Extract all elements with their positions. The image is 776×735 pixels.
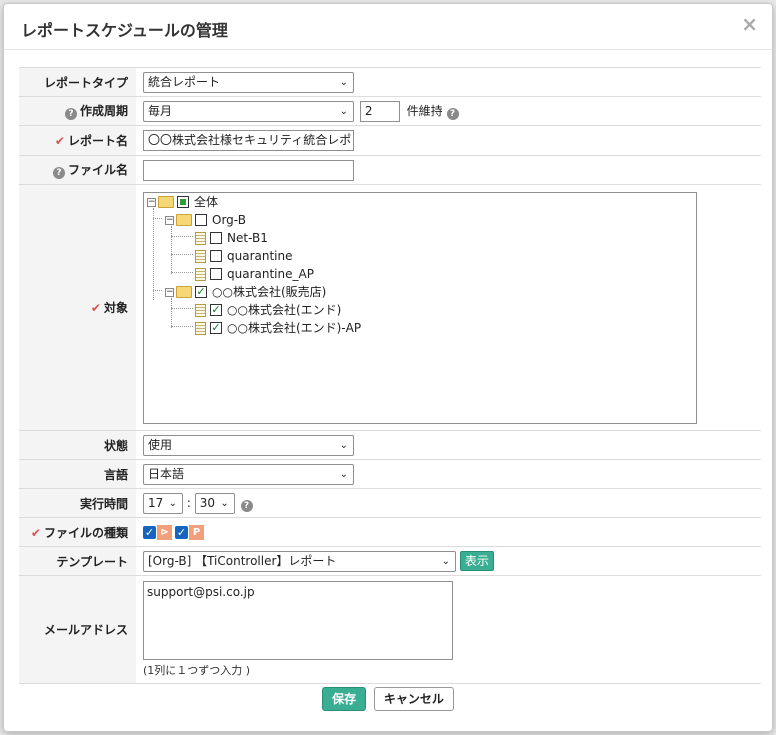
cycle-value: 毎月 xyxy=(148,103,173,118)
help-icon[interactable]: ? xyxy=(64,108,77,120)
tree-checkbox[interactable] xyxy=(210,250,222,262)
language-label: 言語 xyxy=(19,459,136,489)
tree-checkbox[interactable] xyxy=(210,268,222,280)
document-icon xyxy=(195,303,206,317)
document-icon xyxy=(195,231,206,245)
email-label: メールアドレス xyxy=(19,575,136,684)
cycle-select[interactable]: 毎月 ⌄ xyxy=(143,100,354,122)
tree-node-label: quarantine xyxy=(227,248,293,263)
template-value: [Org-B] 【TiController】レポート xyxy=(148,553,337,568)
dialog-header: レポートスケジュールの管理 × xyxy=(4,4,772,50)
report-name-label: ✔ レポート名 xyxy=(19,125,136,156)
status-select[interactable]: 使用 ⌄ xyxy=(143,434,354,456)
template-label: テンプレート xyxy=(19,546,136,576)
minute-select[interactable]: 30 ⌄ xyxy=(194,492,235,514)
chevron-down-icon: ⌄ xyxy=(441,555,450,567)
folder-icon xyxy=(176,214,192,226)
cycle-label: ? 作成周期 xyxy=(19,96,136,126)
chevron-down-icon: ⌄ xyxy=(220,497,229,509)
tree-checkbox[interactable] xyxy=(177,196,189,208)
file-type-label: ✔ ファイルの種類 xyxy=(19,517,136,547)
hour-value: 17 xyxy=(148,495,164,510)
tree-checkbox[interactable]: ✓ xyxy=(210,304,222,316)
hour-select[interactable]: 17 ⌄ xyxy=(143,492,183,514)
tree-checkbox[interactable] xyxy=(210,232,222,244)
document-icon xyxy=(195,267,206,281)
chevron-down-icon: ⌄ xyxy=(339,439,348,451)
help-icon[interactable]: ? xyxy=(52,167,65,179)
dialog-footer: 保存 キャンセル xyxy=(4,687,772,711)
target-tree[interactable]: − 全体 − Org-B Net-B1 quarantine quarantine_… xyxy=(143,191,697,424)
show-template-button[interactable]: 表示 xyxy=(459,551,494,571)
file-type-checkbox-1[interactable]: ✓ xyxy=(143,525,156,539)
tree-node-label: ○○株式会社(エンド)-AP xyxy=(227,320,362,335)
tree-checkbox[interactable]: ✓ xyxy=(210,322,222,334)
tree-node-end[interactable]: ✓ ○○株式会社(エンド) xyxy=(195,301,341,319)
collapse-icon[interactable]: − xyxy=(147,197,156,207)
file-type-checkbox-2[interactable]: ✓ xyxy=(175,525,188,539)
required-check-icon: ✔ xyxy=(30,525,41,540)
save-button[interactable]: 保存 xyxy=(322,687,367,711)
chevron-down-icon: ⌄ xyxy=(168,497,177,509)
language-select[interactable]: 日本語 ⌄ xyxy=(143,463,354,485)
tree-node-label: 全体 xyxy=(194,194,219,209)
document-icon xyxy=(195,249,206,263)
status-value: 使用 xyxy=(148,437,173,452)
report-type-select[interactable]: 統合レポート ⌄ xyxy=(143,71,354,93)
chevron-down-icon: ⌄ xyxy=(339,76,348,88)
email-textarea[interactable]: support@psi.co.jp xyxy=(143,581,453,660)
document-icon xyxy=(195,321,206,335)
chevron-down-icon: ⌄ xyxy=(339,468,348,480)
tree-node-label: Org-B xyxy=(212,212,246,227)
help-icon[interactable]: ? xyxy=(240,499,253,512)
language-value: 日本語 xyxy=(148,466,185,481)
time-separator: : xyxy=(186,495,191,510)
email-hint: (1列に１つずつ入力 ) xyxy=(143,664,251,677)
folder-icon xyxy=(176,286,192,298)
report-schedule-dialog: レポートスケジュールの管理 × レポートタイプ 統合レポート ⌄ ? 作成周期 毎… xyxy=(3,3,773,732)
tree-node-label: ○○株式会社(エンド) xyxy=(227,302,342,317)
cancel-button[interactable]: キャンセル xyxy=(373,687,454,711)
minute-value: 30 xyxy=(199,495,215,510)
dialog-title: レポートスケジュールの管理 xyxy=(21,21,228,40)
tree-node-net-b1[interactable]: Net-B1 xyxy=(195,229,268,247)
tree-checkbox[interactable]: ✓ xyxy=(195,286,207,298)
report-type-label: レポートタイプ xyxy=(19,67,136,97)
keep-count-input[interactable]: 2 xyxy=(359,100,400,122)
help-icon[interactable]: ? xyxy=(446,107,459,120)
required-check-icon: ✔ xyxy=(90,301,101,315)
collapse-icon[interactable]: − xyxy=(165,215,174,225)
chevron-down-icon: ⌄ xyxy=(339,105,348,117)
tree-node-end-ap[interactable]: ✓ ○○株式会社(エンド)-AP xyxy=(195,319,361,337)
tree-node-quarantine-ap[interactable]: quarantine_AP xyxy=(195,265,314,283)
status-label: 状態 xyxy=(19,430,136,460)
folder-icon xyxy=(158,196,174,208)
exec-time-label: 実行時間 xyxy=(19,488,136,518)
report-type-value: 統合レポート xyxy=(148,74,221,89)
template-select[interactable]: [Org-B] 【TiController】レポート ⌄ xyxy=(143,550,456,572)
file-name-input[interactable] xyxy=(143,159,354,181)
tree-node-org-b[interactable]: − Org-B xyxy=(165,211,246,229)
required-check-icon: ✔ xyxy=(54,134,65,148)
tree-checkbox[interactable] xyxy=(195,214,207,226)
tree-node-label: Net-B1 xyxy=(227,230,268,245)
tree-node-reseller[interactable]: − ✓ ○○株式会社(販売店) xyxy=(165,283,326,301)
schedule-form: レポートタイプ 統合レポート ⌄ ? 作成周期 毎月 ⌄ 2 件維持 ? ✔ レポー xyxy=(19,67,761,684)
file-type-icon-1: ⊳ xyxy=(157,524,172,540)
tree-node-quarantine[interactable]: quarantine xyxy=(195,247,293,265)
close-icon[interactable]: × xyxy=(741,14,758,34)
powerpoint-icon: P xyxy=(189,524,204,540)
report-name-input[interactable]: 〇〇株式会社様セキュリティ統合レポ xyxy=(143,130,354,151)
keep-count-label: 件維持 xyxy=(406,103,443,118)
tree-node-label: quarantine_AP xyxy=(227,266,314,281)
tree-node-label: ○○株式会社(販売店) xyxy=(212,284,327,299)
file-name-label: ? ファイル名 xyxy=(19,155,136,185)
target-label: ✔ 対象 xyxy=(19,184,136,431)
collapse-icon[interactable]: − xyxy=(165,287,174,297)
tree-node-root[interactable]: − 全体 xyxy=(147,193,218,211)
